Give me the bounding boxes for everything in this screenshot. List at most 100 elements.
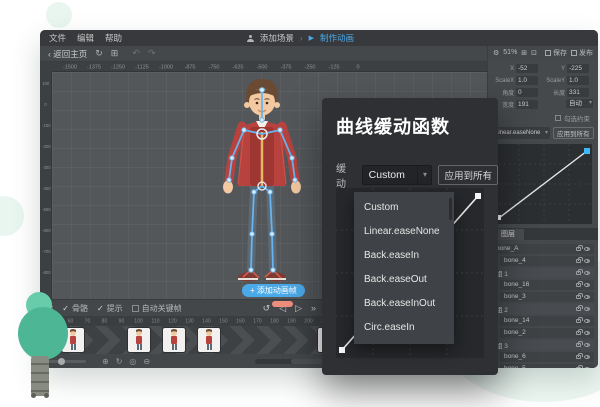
layer-row[interactable]: bone_6 xyxy=(500,352,594,363)
field-input[interactable]: 1.0 xyxy=(516,76,538,85)
lock-icon[interactable] xyxy=(576,319,581,323)
eye-icon[interactable] xyxy=(584,271,590,275)
add-icon[interactable]: ⊕ xyxy=(102,358,109,366)
lock-icon[interactable] xyxy=(576,259,581,263)
add-scene-button[interactable]: 添加场景 xyxy=(260,32,294,44)
layer-name: bone_4 xyxy=(504,257,573,264)
save-button[interactable]: 保存 xyxy=(545,48,567,58)
constraint-row: 勾选约束 xyxy=(488,110,598,125)
next-frame-icon[interactable]: » xyxy=(311,304,316,313)
field-input[interactable]: 1.0 xyxy=(567,76,589,85)
menu-item[interactable]: 文件 xyxy=(49,32,66,44)
lock-icon[interactable] xyxy=(576,343,581,347)
field-input[interactable]: -52 xyxy=(516,64,538,73)
layer-row[interactable]: 组 2 xyxy=(492,304,594,315)
eye-icon[interactable] xyxy=(584,283,590,287)
eye-icon[interactable] xyxy=(584,247,590,251)
field-input[interactable]: 0 xyxy=(516,88,538,97)
keyframe-thumb[interactable] xyxy=(198,328,220,352)
publish-button[interactable]: 发布 xyxy=(571,48,593,58)
layer-row[interactable]: bone_14 xyxy=(500,316,594,327)
ruler-label: -1250 xyxy=(109,63,128,70)
easing-option[interactable]: Back.easeInOut xyxy=(354,292,454,316)
menu-item[interactable]: 帮助 xyxy=(105,32,122,44)
menu-item[interactable]: 编辑 xyxy=(77,32,94,44)
menu-items: 文件编辑帮助 xyxy=(49,32,122,44)
refresh-icon[interactable]: ↻ xyxy=(95,49,103,58)
auto-dropdown[interactable]: 自动 ▾ xyxy=(566,99,593,108)
layer-row[interactable]: bone_3 xyxy=(500,292,594,303)
layer-row[interactable]: bone_A xyxy=(492,244,594,255)
timeline-toggle[interactable]: 提示 xyxy=(97,303,123,314)
lock-icon[interactable] xyxy=(576,283,581,287)
character-rig[interactable] xyxy=(202,74,322,296)
replay-icon[interactable]: ↺ xyxy=(263,304,271,313)
lock-icon[interactable] xyxy=(576,295,581,299)
play-icon[interactable]: ▷ xyxy=(295,304,302,313)
layer-name: 组 2 xyxy=(496,304,573,314)
easing-option[interactable]: Back.easeOut xyxy=(354,268,454,292)
lock-icon[interactable] xyxy=(576,355,581,359)
timeline-scroll-thumb[interactable] xyxy=(272,301,293,307)
add-frame-button[interactable]: + 添加动画帧 xyxy=(242,284,305,297)
field-input[interactable]: 191 xyxy=(516,100,538,109)
lock-icon[interactable] xyxy=(576,307,581,311)
eye-icon[interactable] xyxy=(584,355,590,359)
eye-icon[interactable] xyxy=(584,259,590,263)
make-animation-button[interactable]: 制作动画 xyxy=(320,32,354,44)
ruler-label: -1000 xyxy=(157,63,176,70)
redo-icon[interactable]: ↷ xyxy=(148,49,156,58)
layer-row[interactable]: bone_5 xyxy=(500,364,594,369)
record-icon[interactable]: ◎ xyxy=(129,358,136,366)
back-home-button[interactable]: ‹ 返回主页 xyxy=(48,48,87,60)
loop-icon[interactable]: ↻ xyxy=(116,358,123,366)
layer-row[interactable]: bone_4 xyxy=(500,256,594,267)
curve-preview[interactable] xyxy=(494,144,592,224)
easing-option[interactable]: Linear.easeNone xyxy=(354,220,454,244)
field-input[interactable]: 331 xyxy=(567,88,589,97)
apply-all-button[interactable]: 应用到所有 xyxy=(553,127,594,139)
duplicate-icon[interactable]: ⊞ xyxy=(521,49,527,57)
list-scrollbar-thumb[interactable] xyxy=(449,198,452,220)
curve-handle-end xyxy=(475,193,481,199)
gear-icon[interactable]: ⚙ xyxy=(493,49,499,57)
eye-icon[interactable] xyxy=(584,307,590,311)
layer-row[interactable]: bone_16 xyxy=(500,280,594,291)
field-input[interactable]: -225 xyxy=(567,64,589,73)
remove-icon[interactable]: ⊖ xyxy=(143,358,150,366)
timeline-toggle[interactable]: 自动关键帧 xyxy=(132,303,182,314)
eye-icon[interactable] xyxy=(584,367,590,368)
eye-icon[interactable] xyxy=(584,295,590,299)
ruler-label: -700 xyxy=(42,250,49,263)
lock-icon[interactable] xyxy=(576,271,581,275)
keyframe-thumb[interactable] xyxy=(163,328,185,352)
duplicate-icon[interactable]: ⊞ xyxy=(111,49,119,58)
field-label: Y xyxy=(545,65,567,71)
zoom-level[interactable]: 51% xyxy=(503,49,517,56)
eye-icon[interactable] xyxy=(584,319,590,323)
eye-icon[interactable] xyxy=(584,343,590,347)
toggle-label: 提示 xyxy=(107,303,123,314)
apply-all-button[interactable]: 应用到所有 xyxy=(438,165,498,185)
easing-option[interactable]: Custom xyxy=(354,196,454,220)
eye-icon[interactable] xyxy=(584,331,590,335)
property-field: 长度 331 xyxy=(543,86,594,98)
undo-icon[interactable]: ↶ xyxy=(132,49,140,58)
keyframe-thumb[interactable] xyxy=(128,328,150,352)
easing-option[interactable]: Circ.easeIn xyxy=(354,316,454,340)
easing-option[interactable]: Back.easeIn xyxy=(354,244,454,268)
layer-row[interactable]: 组 1 xyxy=(492,268,594,279)
easing-dropdown[interactable]: Linear.easeNone ▾ xyxy=(492,127,550,139)
easing-dropdown[interactable]: Custom ▾ xyxy=(362,165,433,185)
lock-icon[interactable] xyxy=(576,367,581,368)
lock-icon[interactable] xyxy=(576,247,581,251)
constraint-label: 勾选约束 xyxy=(564,113,590,123)
field-label: ScaleY xyxy=(545,77,567,83)
lock-icon[interactable] xyxy=(576,331,581,335)
constraint-checkbox[interactable] xyxy=(555,115,561,121)
frame-number: 130 xyxy=(183,317,195,324)
layer-row[interactable]: bone_2 xyxy=(500,328,594,339)
ruler-label: 0 xyxy=(349,63,368,70)
layer-row[interactable]: 组 3 xyxy=(492,340,594,351)
fit-icon[interactable]: ⊡ xyxy=(531,49,537,57)
